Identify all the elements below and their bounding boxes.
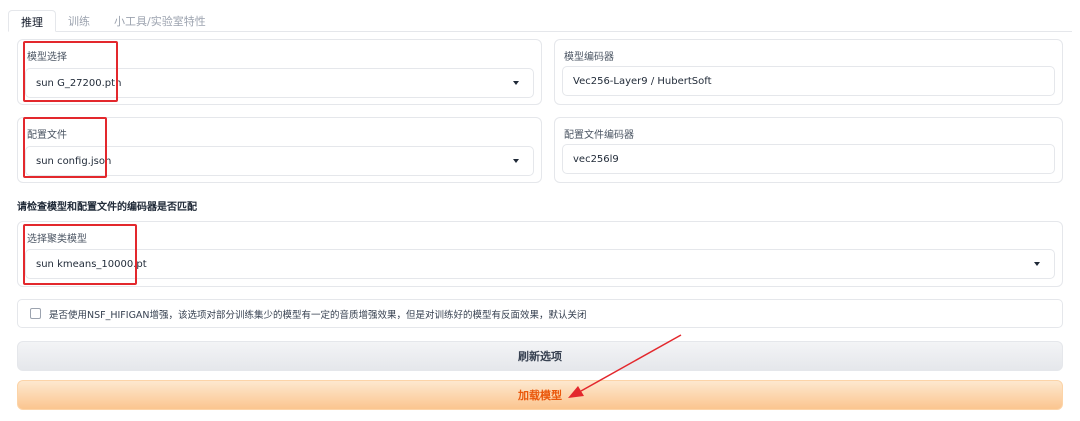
chevron-down-icon (513, 159, 519, 163)
config-file-panel: 配置文件 sun config.json (17, 117, 542, 183)
chevron-down-icon (1034, 262, 1040, 266)
model-select-value: sun G_27200.pth (36, 77, 122, 89)
config-file-value: sun config.json (36, 155, 112, 167)
nsf-hifigan-option: 是否使用NSF_HIFIGAN增强，该选项对部分训练集少的模型有一定的音质增强效… (17, 299, 1063, 328)
chevron-down-icon (513, 81, 519, 85)
cluster-model-dropdown[interactable]: sun kmeans_10000.pt (25, 249, 1055, 279)
cluster-model-label: 选择聚类模型 (27, 234, 87, 245)
model-select-dropdown[interactable]: sun G_27200.pth (25, 68, 534, 98)
tab-training[interactable]: 训练 (56, 10, 102, 32)
config-file-dropdown[interactable]: sun config.json (25, 146, 534, 176)
tab-divider (8, 31, 1072, 32)
model-encoder-field[interactable]: Vec256-Layer9 / HubertSoft (562, 66, 1055, 96)
model-encoder-panel: 模型编码器 Vec256-Layer9 / HubertSoft (554, 39, 1063, 105)
model-encoder-value: Vec256-Layer9 / HubertSoft (573, 75, 712, 87)
nsf-hifigan-checkbox[interactable] (30, 308, 41, 319)
config-file-label: 配置文件 (27, 130, 67, 141)
tab-tools[interactable]: 小工具/实验室特性 (102, 10, 218, 32)
load-model-button[interactable]: 加载模型 (17, 380, 1063, 410)
config-encoder-label: 配置文件编码器 (564, 130, 634, 141)
refresh-options-button[interactable]: 刷新选项 (17, 341, 1063, 371)
config-encoder-field[interactable]: vec256l9 (562, 144, 1055, 174)
config-encoder-value: vec256l9 (573, 153, 619, 165)
config-encoder-panel: 配置文件编码器 vec256l9 (554, 117, 1063, 183)
cluster-model-value: sun kmeans_10000.pt (36, 258, 147, 270)
encoder-match-hint: 请检查模型和配置文件的编码器是否匹配 (17, 202, 197, 213)
cluster-model-panel: 选择聚类模型 sun kmeans_10000.pt (17, 221, 1063, 287)
nsf-hifigan-label[interactable]: 是否使用NSF_HIFIGAN增强，该选项对部分训练集少的模型有一定的音质增强效… (49, 307, 587, 321)
model-encoder-label: 模型编码器 (564, 52, 614, 63)
model-select-panel: 模型选择 sun G_27200.pth (17, 39, 542, 105)
tab-bar: 推理 训练 小工具/实验室特性 (8, 10, 218, 32)
model-select-label: 模型选择 (27, 52, 67, 63)
tab-inference[interactable]: 推理 (8, 10, 56, 32)
